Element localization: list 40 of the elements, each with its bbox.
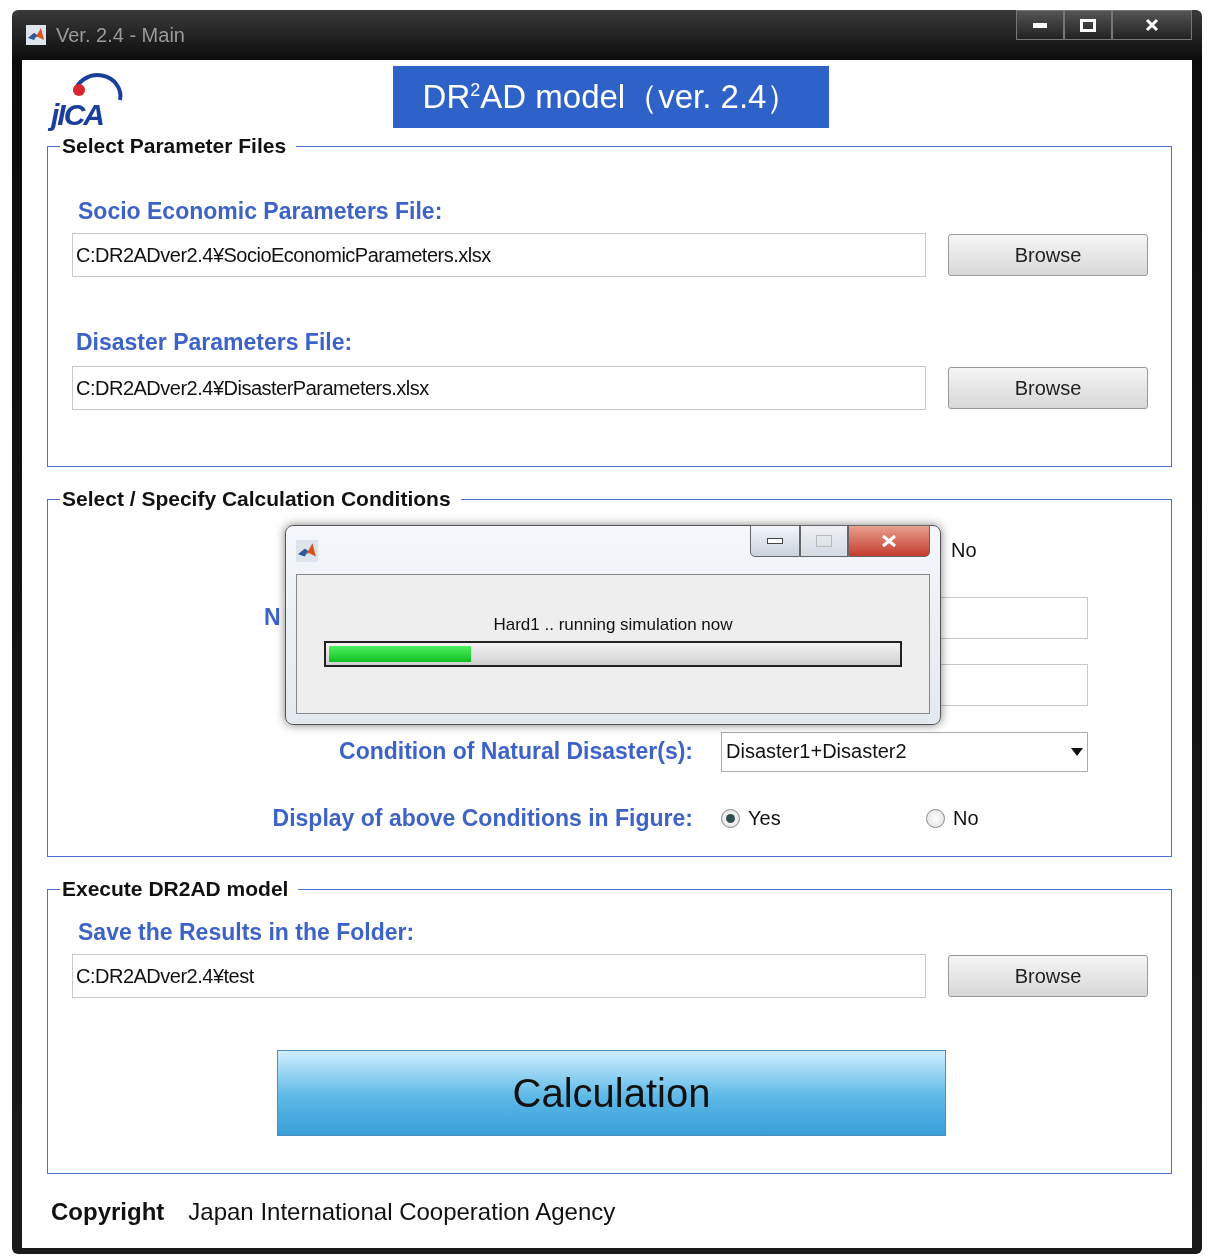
minimize-icon bbox=[1033, 22, 1047, 28]
dropdown[interactable]: Disaster1+Disaster2 bbox=[721, 731, 1088, 772]
app-icon bbox=[26, 25, 46, 45]
calculation-button[interactable]: Calculation bbox=[277, 1050, 946, 1136]
maximize-icon bbox=[816, 535, 832, 547]
minimize-icon bbox=[767, 538, 783, 544]
field-label: Socio Economic Parameters File: bbox=[78, 198, 444, 225]
condition-label: N bbox=[264, 604, 281, 631]
app-icon bbox=[296, 540, 318, 562]
minimize-button[interactable] bbox=[1016, 10, 1064, 40]
section-legend: Select Parameter Files bbox=[60, 134, 297, 158]
progress-message: Hard1 .. running simulation now bbox=[493, 615, 733, 635]
radio-button[interactable] bbox=[721, 809, 740, 828]
section-legend: Execute DR2AD model bbox=[60, 877, 299, 901]
file-path-field[interactable]: C:DR2ADver2.4¥DisasterParameters.xlsx bbox=[72, 366, 926, 410]
field-label: Save the Results in the Folder: bbox=[78, 919, 416, 946]
browse-button[interactable]: Browse bbox=[948, 955, 1148, 997]
radio-label: Yes bbox=[748, 807, 781, 830]
maximize-button[interactable] bbox=[1064, 10, 1112, 40]
copyright-text: Japan International Cooperation Agency bbox=[188, 1198, 616, 1226]
condition-label: Condition of Natural Disaster(s): bbox=[339, 738, 693, 765]
section-legend: Select / Specify Calculation Conditions bbox=[60, 487, 461, 511]
folder-path-field[interactable]: C:DR2ADver2.4¥test bbox=[72, 954, 926, 998]
maximize-icon bbox=[1080, 18, 1096, 32]
browse-button[interactable]: Browse bbox=[948, 234, 1148, 276]
radio-button[interactable] bbox=[926, 809, 945, 828]
radio-label: No bbox=[953, 807, 979, 830]
close-icon bbox=[881, 534, 897, 548]
close-button[interactable] bbox=[1112, 10, 1192, 40]
window-title: Ver. 2.4 - Main bbox=[56, 23, 185, 47]
minimize-button[interactable] bbox=[750, 525, 800, 557]
caret-icon bbox=[1071, 747, 1083, 756]
field-label: Disaster Parameters File: bbox=[76, 329, 354, 356]
condition-label: Display of above Conditions in Figure: bbox=[272, 805, 693, 832]
app-title-banner: DR$^{2}$AD model（ver. 2.4） bbox=[393, 66, 829, 128]
close-icon bbox=[1145, 18, 1159, 32]
copyright-label: Copyright bbox=[51, 1198, 165, 1226]
file-path-field[interactable]: C:DR2ADver2.4¥SocioEconomicParameters.xlsx bbox=[72, 233, 926, 277]
radio-label: No bbox=[951, 539, 977, 562]
browse-button[interactable]: Browse bbox=[948, 367, 1148, 409]
